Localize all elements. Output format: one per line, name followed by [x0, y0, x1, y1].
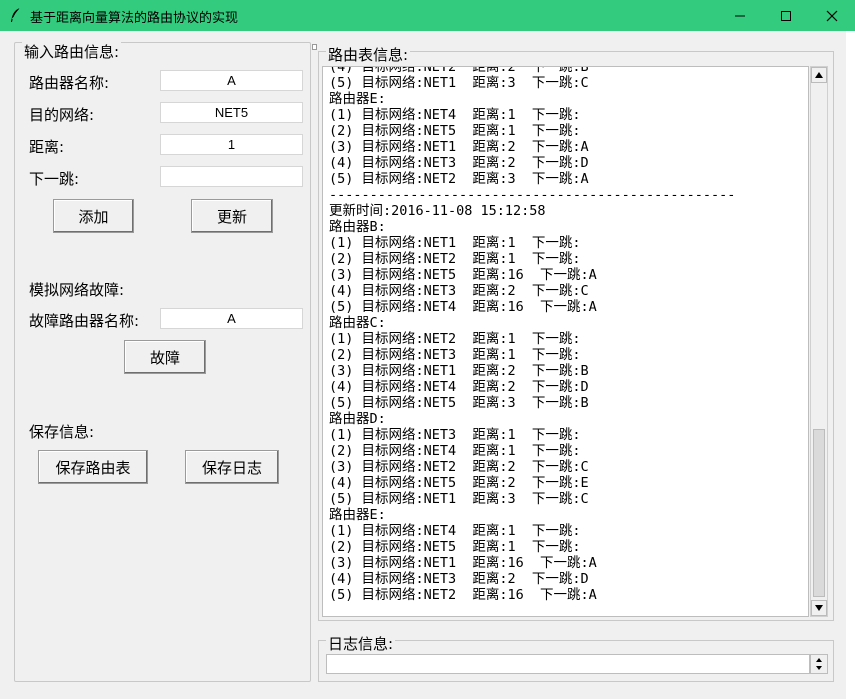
input-group-caption: 输入路由信息: — [22, 41, 122, 62]
route-table-lines: (4) 目标网络:NET2 距离:2 下一跳:B (5) 目标网络:NET1 距离… — [329, 66, 736, 603]
background-window-edge — [846, 31, 855, 699]
save-log-button[interactable]: 保存日志 — [185, 450, 279, 484]
feather-icon — [11, 7, 21, 22]
log-field[interactable] — [326, 654, 810, 674]
add-button[interactable]: 添加 — [53, 199, 134, 233]
maximize-button[interactable] — [763, 0, 809, 31]
route-line: (3) 目标网络:NET2 距离:2 下一跳:C — [329, 459, 589, 475]
maximize-icon — [781, 10, 791, 21]
route-line: (1) 目标网络:NET2 距离:1 下一跳: — [329, 331, 581, 347]
route-line: (3) 目标网络:NET1 距离:2 下一跳:B — [329, 363, 589, 379]
dest-network-label: 目的网络: — [29, 106, 95, 124]
route-line: (5) 目标网络:NET5 距离:3 下一跳:B — [329, 395, 589, 411]
route-line: (3) 目标网络:NET5 距离:16 下一跳:A — [329, 267, 597, 283]
triangle-down-icon — [815, 605, 823, 611]
route-line: (1) 目标网络:NET4 距离:1 下一跳: — [329, 523, 581, 539]
route-line: (4) 目标网络:NET5 距离:2 下一跳:E — [329, 475, 589, 491]
save-route-table-button[interactable]: 保存路由表 — [38, 450, 148, 484]
distance-label: 距离: — [29, 138, 65, 156]
route-line: (2) 目标网络:NET5 距离:1 下一跳: — [329, 539, 581, 555]
route-line: (4) 目标网络:NET3 距离:2 下一跳:D — [329, 571, 589, 587]
log-spinner[interactable] — [810, 654, 828, 674]
fault-button[interactable]: 故障 — [124, 340, 206, 374]
route-line: (4) 目标网络:NET3 距离:2 下一跳:D — [329, 155, 589, 171]
router-name-field[interactable]: A — [160, 70, 303, 91]
scroll-thumb[interactable] — [813, 429, 825, 597]
route-line: ----------------------------------------… — [329, 187, 736, 203]
route-line: (5) 目标网络:NET2 距离:16 下一跳:A — [329, 587, 597, 603]
log-group-caption: 日志信息: — [326, 633, 396, 654]
route-line: (2) 目标网络:NET3 距离:1 下一跳: — [329, 347, 581, 363]
route-line: (4) 目标网络:NET3 距离:2 下一跳:C — [329, 283, 589, 299]
minimize-button[interactable] — [717, 0, 763, 31]
route-line: (2) 目标网络:NET4 距离:1 下一跳: — [329, 443, 581, 459]
save-section-label: 保存信息: — [29, 423, 95, 441]
update-button[interactable]: 更新 — [191, 199, 273, 233]
route-line: (4) 目标网络:NET4 距离:2 下一跳:D — [329, 379, 589, 395]
spin-arrows-icon — [816, 658, 822, 670]
fault-section-label: 模拟网络故障: — [29, 281, 125, 299]
route-line: (5) 目标网络:NET2 距离:3 下一跳:A — [329, 171, 589, 187]
next-hop-label: 下一跳: — [29, 170, 80, 188]
route-line: (1) 目标网络:NET3 距离:1 下一跳: — [329, 427, 581, 443]
fault-router-field[interactable]: A — [160, 308, 303, 329]
close-icon — [826, 10, 838, 21]
route-line: (3) 目标网络:NET1 距离:16 下一跳:A — [329, 555, 597, 571]
route-line: 路由器E: — [329, 507, 386, 523]
next-hop-field[interactable] — [160, 166, 303, 187]
route-table-text[interactable]: (4) 目标网络:NET2 距离:2 下一跳:B (5) 目标网络:NET1 距离… — [322, 66, 809, 617]
window-title: 基于距离向量算法的路由协议的实现 — [30, 11, 239, 26]
route-scrollbar[interactable] — [810, 66, 828, 617]
route-line: (2) 目标网络:NET5 距离:1 下一跳: — [329, 123, 581, 139]
route-group-caption: 路由表信息: — [326, 44, 411, 65]
route-line: 路由器B: — [329, 219, 386, 235]
route-line: (2) 目标网络:NET2 距离:1 下一跳: — [329, 251, 581, 267]
route-line: (3) 目标网络:NET1 距离:2 下一跳:A — [329, 139, 589, 155]
dest-network-field[interactable]: NET5 — [160, 102, 303, 123]
router-name-label: 路由器名称: — [29, 74, 110, 92]
title-bar[interactable]: 基于距离向量算法的路由协议的实现 — [0, 0, 855, 31]
route-line: (1) 目标网络:NET4 距离:1 下一跳: — [329, 107, 581, 123]
route-line: 路由器D: — [329, 411, 386, 427]
route-line: (5) 目标网络:NET4 距离:16 下一跳:A — [329, 299, 597, 315]
route-line: 更新时间:2016-11-08 15:12:58 — [329, 203, 546, 219]
route-line: (5) 目标网络:NET1 距离:3 下一跳:C — [329, 491, 589, 507]
scroll-up-button[interactable] — [811, 67, 827, 83]
close-button[interactable] — [809, 0, 855, 31]
route-line: 路由器E: — [329, 91, 386, 107]
route-line: (5) 目标网络:NET1 距离:3 下一跳:C — [329, 75, 589, 91]
route-line: (1) 目标网络:NET1 距离:1 下一跳: — [329, 235, 581, 251]
panel-sash[interactable] — [312, 44, 317, 50]
minimize-icon — [735, 15, 745, 16]
fault-router-label: 故障路由器名称: — [29, 312, 140, 330]
triangle-up-icon — [815, 72, 823, 78]
route-line: 路由器C: — [329, 315, 386, 331]
route-line: (4) 目标网络:NET2 距离:2 下一跳:B — [329, 66, 589, 75]
distance-field[interactable]: 1 — [160, 134, 303, 155]
scroll-down-button[interactable] — [811, 600, 827, 616]
